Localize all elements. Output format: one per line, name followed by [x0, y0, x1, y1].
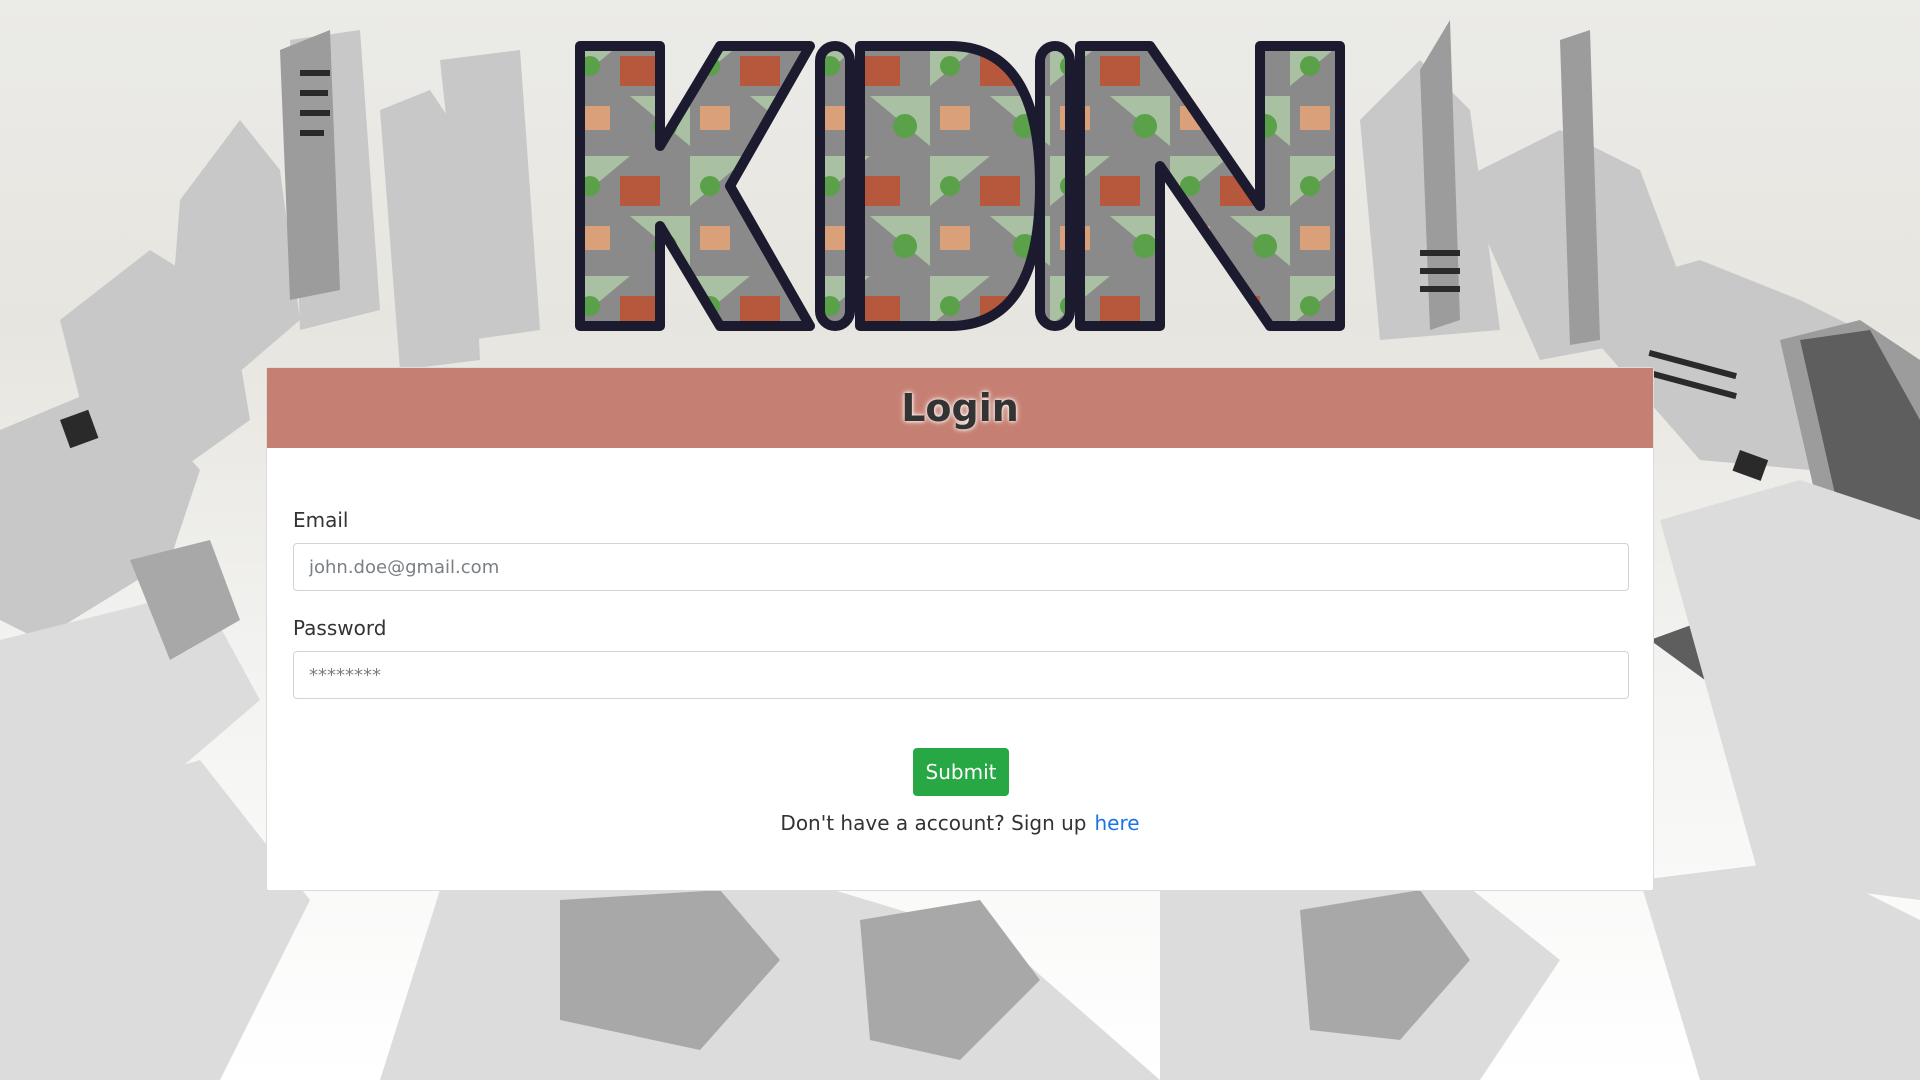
page-title: Login — [901, 386, 1019, 430]
password-label: Password — [293, 616, 387, 640]
submit-button[interactable]: Submit — [913, 748, 1009, 796]
signup-prompt: Don't have a account? Sign up here — [267, 811, 1653, 835]
signup-link[interactable]: here — [1094, 811, 1139, 835]
email-field[interactable] — [293, 543, 1629, 591]
kidin-logo — [575, 41, 1345, 331]
login-card-header: Login — [267, 368, 1653, 448]
email-label: Email — [293, 508, 349, 532]
login-card: Login Email Password Submit Don't have a… — [266, 367, 1654, 891]
signup-text: Don't have a account? Sign up — [780, 811, 1087, 835]
password-field[interactable] — [293, 651, 1629, 699]
